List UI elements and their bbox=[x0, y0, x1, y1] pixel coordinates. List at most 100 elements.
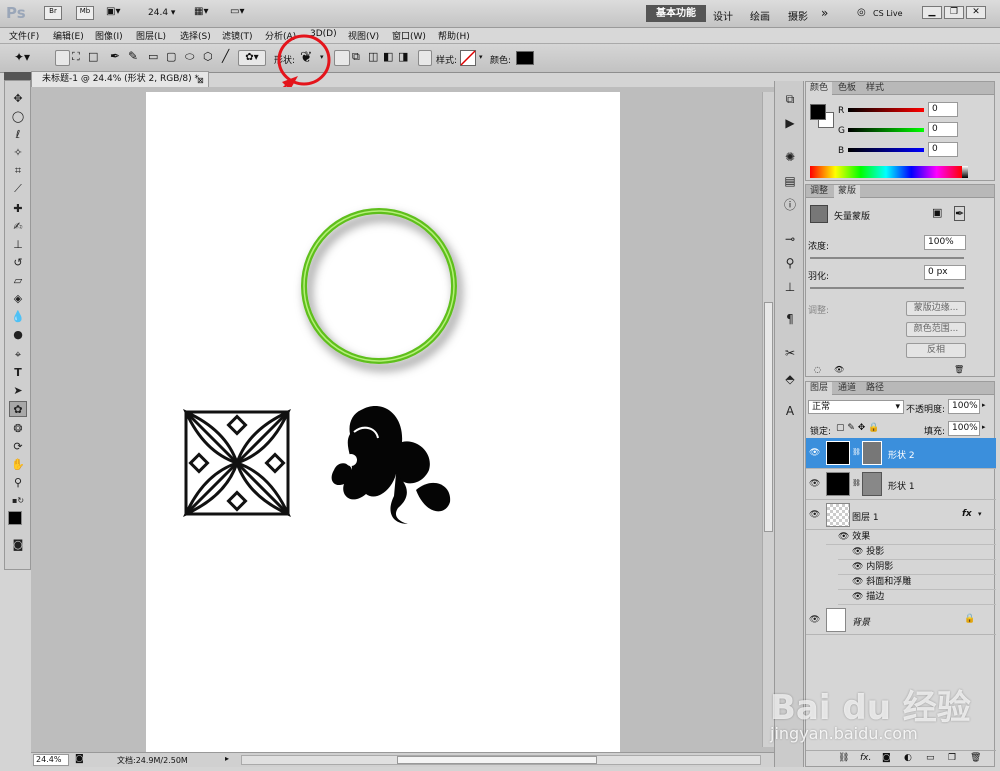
polygon-icon[interactable]: ⬡ bbox=[203, 50, 213, 63]
shape-picker-icon[interactable]: ❦ bbox=[300, 48, 313, 66]
document-tab[interactable]: 未标题-1 @ 24.4% (形状 2, RGB/8) * ⊠ bbox=[31, 71, 209, 87]
menu-image[interactable]: 图像(I) bbox=[95, 29, 123, 42]
eraser-tool-icon[interactable]: ▱ bbox=[9, 273, 27, 289]
fx-icon[interactable]: fx bbox=[962, 509, 972, 519]
menu-analysis[interactable]: 分析(A) bbox=[265, 29, 296, 42]
b-slider[interactable] bbox=[848, 148, 924, 152]
combine-new-button[interactable] bbox=[334, 50, 350, 66]
effect-stroke[interactable]: 👁 描边 bbox=[838, 590, 996, 605]
layer-row-shape1[interactable]: 👁 ⛓ 形状 1 bbox=[806, 469, 996, 500]
blur-tool-icon[interactable]: 💧 bbox=[9, 309, 27, 325]
healing-tool-icon[interactable]: ✚ bbox=[9, 201, 27, 217]
swap-colors-icon[interactable]: ▪↻ bbox=[9, 493, 27, 509]
paths-icon[interactable]: ⛶ bbox=[72, 50, 80, 64]
visibility-eye-icon[interactable]: 👁 bbox=[809, 615, 820, 625]
link-icon[interactable]: ⛓ bbox=[852, 479, 861, 487]
add-style-icon[interactable]: fx. bbox=[860, 753, 871, 763]
quick-select-tool-icon[interactable]: ✧ bbox=[9, 145, 27, 161]
stamp-tool-icon[interactable]: ⊥ bbox=[9, 237, 27, 253]
history-brush-icon[interactable]: ↺ bbox=[9, 255, 27, 271]
tab-masks[interactable]: 蒙版 bbox=[834, 185, 861, 198]
apply-mask-icon[interactable]: 👁 bbox=[834, 365, 844, 374]
path-select-icon[interactable]: ➤ bbox=[9, 383, 27, 399]
history-panel-icon[interactable]: ⧉ bbox=[781, 91, 799, 107]
workspace-essentials[interactable]: 基本功能 bbox=[646, 5, 706, 22]
custom-shape-tool-icon[interactable]: ✿ bbox=[9, 401, 27, 417]
g-slider[interactable] bbox=[848, 128, 924, 132]
3d-panel-icon[interactable]: ✂ bbox=[781, 345, 799, 361]
expand-effects-icon[interactable]: ▾ bbox=[978, 510, 982, 518]
bucket-tool-icon[interactable]: ◈ bbox=[9, 291, 27, 307]
3d-orbit-icon[interactable]: ⟳ bbox=[9, 439, 27, 455]
menu-3d[interactable]: 3D(D) bbox=[310, 29, 337, 39]
invert-button[interactable]: 反相 bbox=[906, 343, 966, 358]
effect-drop-shadow[interactable]: 👁 投影 bbox=[838, 545, 996, 560]
brush-tool-icon[interactable]: ✍ bbox=[9, 219, 27, 235]
vertical-scrollbar[interactable] bbox=[762, 92, 774, 747]
close-button[interactable]: ✕ bbox=[966, 6, 986, 19]
bridge-button[interactable]: Br bbox=[44, 6, 62, 20]
zoom-field[interactable]: 24.4% bbox=[33, 754, 69, 766]
more-workspaces[interactable]: » bbox=[821, 6, 828, 20]
load-selection-icon[interactable]: ◌ bbox=[814, 365, 821, 374]
measurement-icon[interactable]: ⬘ bbox=[781, 371, 799, 387]
ornament-shape-2[interactable] bbox=[331, 405, 451, 524]
style-dropdown-icon[interactable]: ▾ bbox=[479, 53, 483, 61]
tab-layers[interactable]: 图层 bbox=[806, 382, 833, 395]
workspace-painting[interactable]: 绘画 bbox=[750, 8, 770, 23]
visibility-eye-icon[interactable]: 👁 bbox=[809, 479, 820, 489]
cslive-label[interactable]: CS Live bbox=[873, 9, 903, 18]
arrange-documents-icon[interactable]: ▦▾ bbox=[194, 6, 208, 17]
fill-arrow[interactable]: ▸ bbox=[982, 423, 986, 431]
feather-slider[interactable] bbox=[810, 287, 964, 289]
vector-mask-icon[interactable]: ✒ bbox=[954, 206, 966, 221]
add-area-icon[interactable]: ⧉ bbox=[352, 50, 360, 64]
tool-preset-icon[interactable]: ✦▾ bbox=[14, 50, 30, 64]
density-slider[interactable] bbox=[810, 257, 964, 259]
dodge-tool-icon[interactable]: ● bbox=[9, 327, 27, 343]
pen-tool-icon-2[interactable]: ⌖ bbox=[9, 347, 27, 363]
document-canvas[interactable] bbox=[146, 92, 620, 752]
visibility-eye-icon[interactable]: 👁 bbox=[809, 510, 820, 520]
rounded-rectangle-icon[interactable]: ▢ bbox=[166, 50, 176, 63]
intersect-area-icon[interactable]: ◧ bbox=[383, 50, 393, 63]
layer-row-shape2[interactable]: 👁 ⛓ 形状 2 bbox=[806, 438, 996, 469]
minibridge-button[interactable]: Mb bbox=[76, 6, 94, 20]
style-swatch[interactable] bbox=[460, 50, 476, 66]
actions-panel-icon[interactable]: ▶ bbox=[781, 115, 799, 131]
delete-mask-icon[interactable]: 🗑 bbox=[954, 365, 964, 374]
pixel-mask-icon[interactable]: ▣ bbox=[932, 206, 942, 219]
histogram-panel-icon[interactable]: ▤ bbox=[781, 173, 799, 189]
freeform-pen-icon[interactable]: ✎ bbox=[128, 49, 138, 63]
restore-button[interactable]: ❐ bbox=[944, 6, 964, 19]
status-menu-arrow[interactable]: ▸ bbox=[225, 754, 229, 763]
horizontal-scrollbar[interactable] bbox=[241, 755, 761, 765]
3d-rotate-icon[interactable]: ❂ bbox=[9, 421, 27, 437]
custom-shape-button[interactable]: ✿▾ bbox=[238, 50, 266, 66]
zoom-tool-icon[interactable]: ⚲ bbox=[9, 475, 27, 491]
new-group-icon[interactable]: ▭ bbox=[926, 753, 935, 763]
vector-mask-thumb-layer[interactable] bbox=[862, 441, 882, 465]
shape-layers-button[interactable] bbox=[55, 50, 70, 66]
move-tool-icon[interactable]: ✥ bbox=[9, 91, 27, 107]
menu-window[interactable]: 窗口(W) bbox=[392, 29, 426, 42]
tab-channels[interactable]: 通道 bbox=[834, 382, 860, 395]
eyedropper-tool-icon[interactable]: ⟋ bbox=[9, 181, 27, 197]
menu-edit[interactable]: 编辑(E) bbox=[53, 29, 84, 42]
effect-inner-shadow[interactable]: 👁 内阴影 bbox=[838, 560, 996, 575]
add-mask-icon[interactable]: ◙ bbox=[882, 753, 891, 763]
opacity-value[interactable]: 100% bbox=[948, 399, 980, 414]
r-value[interactable]: 0 bbox=[928, 102, 958, 117]
link-style-button[interactable] bbox=[418, 50, 432, 66]
info-panel-icon[interactable]: ⓘ bbox=[781, 197, 799, 213]
tool-presets-icon[interactable]: ⊥ bbox=[781, 279, 799, 295]
green-ring-shape[interactable] bbox=[301, 208, 457, 364]
tab-adjustments[interactable]: 调整 bbox=[806, 185, 832, 198]
pen-tool-icon[interactable]: ✒ bbox=[110, 49, 120, 63]
quick-mask-icon[interactable]: ◙ bbox=[9, 537, 27, 553]
effects-header[interactable]: 👁 效果 bbox=[826, 530, 996, 545]
delete-layer-icon[interactable]: 🗑 bbox=[970, 753, 981, 763]
link-layers-icon[interactable]: ⛓ bbox=[838, 753, 849, 763]
tab-paths[interactable]: 路径 bbox=[862, 382, 888, 395]
horizontal-scroll-thumb[interactable] bbox=[397, 756, 597, 764]
